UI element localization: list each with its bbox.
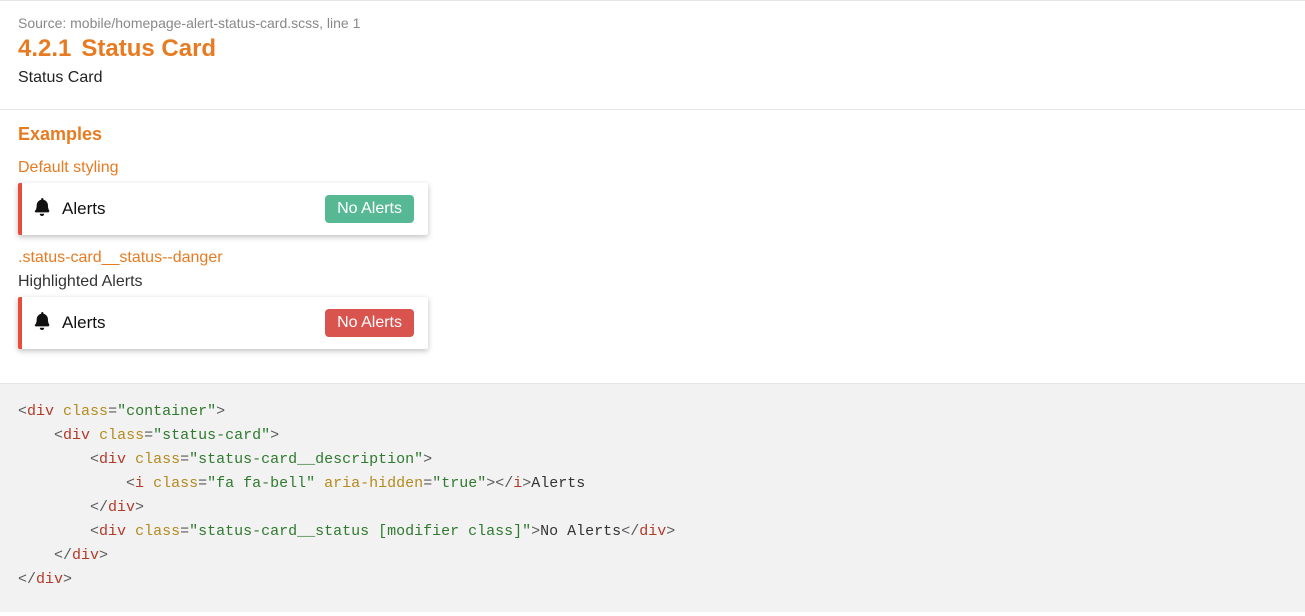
section-title-text: Status Card [81, 35, 216, 62]
section-header: Source: mobile/homepage-alert-status-car… [0, 0, 1305, 110]
examples-block: Examples Default styling Alerts No Alert… [0, 110, 1305, 384]
section-description: Status Card [18, 69, 1287, 87]
markup-code-block: <div class="container"> <div class="stat… [0, 384, 1305, 612]
example-label-default: Default styling [18, 159, 1287, 177]
status-badge: No Alerts [325, 309, 414, 337]
status-card-description: Alerts [34, 312, 105, 335]
section-title: 4.2.1 Status Card [18, 35, 1287, 63]
section-number: 4.2.1 [18, 35, 71, 62]
status-card-description: Alerts [34, 198, 105, 221]
example-sub-danger: Highlighted Alerts [18, 273, 1287, 291]
status-card-default: Alerts No Alerts [18, 183, 428, 235]
status-card-desc-text: Alerts [62, 313, 105, 333]
status-badge: No Alerts [325, 195, 414, 223]
source-line: Source: mobile/homepage-alert-status-car… [18, 15, 1287, 31]
status-card-danger: Alerts No Alerts [18, 297, 428, 349]
bell-icon [34, 198, 50, 221]
status-card-desc-text: Alerts [62, 199, 105, 219]
example-label-danger-class: .status-card__status--danger [18, 249, 1287, 267]
bell-icon [34, 312, 50, 335]
examples-heading: Examples [18, 124, 1287, 145]
